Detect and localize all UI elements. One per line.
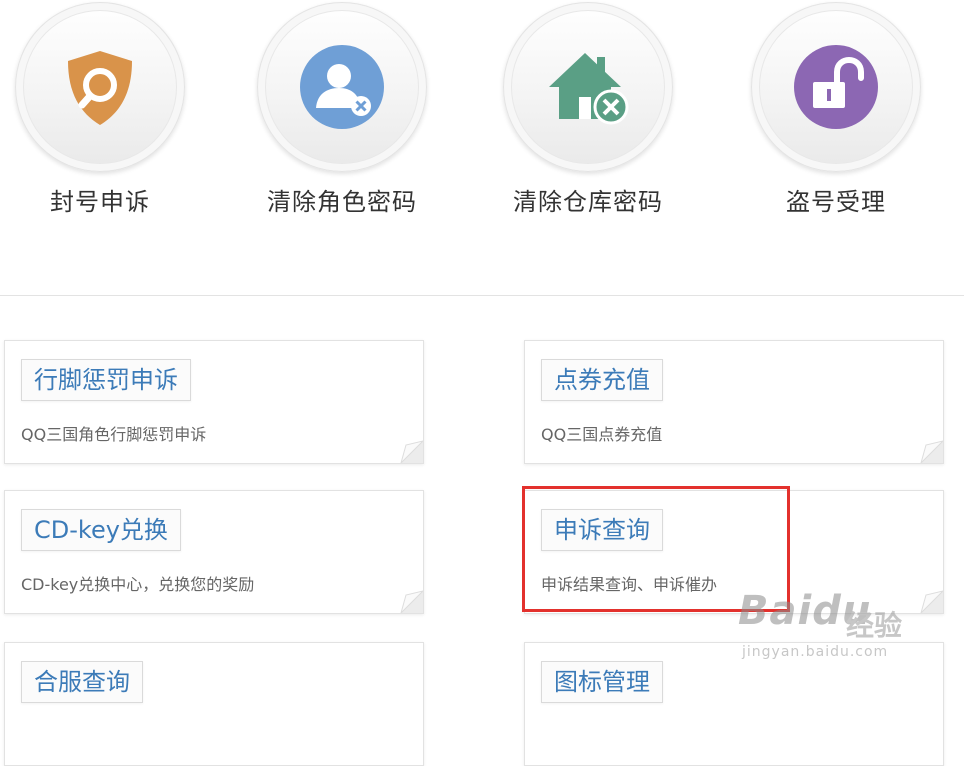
service-desc: QQ三国点券充值 <box>541 425 663 444</box>
icon-ring <box>15 2 185 172</box>
service-desc: QQ三国角色行脚惩罚申诉 <box>21 425 207 444</box>
icon-ring <box>257 2 427 172</box>
quick-action-label: 清除仓库密码 <box>513 188 663 216</box>
service-title[interactable]: 图标管理 <box>541 661 663 703</box>
quick-action-clear-storage-password[interactable]: 清除仓库密码 <box>488 0 688 230</box>
section-divider <box>0 295 964 296</box>
watermark-url: jingyan.baidu.com <box>742 644 889 660</box>
service-desc: CD-key兑换中心，兑换您的奖励 <box>21 575 255 594</box>
service-card-point-recharge[interactable]: 点券充值 QQ三国点券充值 <box>524 340 944 464</box>
service-card-cdkey-exchange[interactable]: CD-key兑换 CD-key兑换中心，兑换您的奖励 <box>4 490 424 614</box>
quick-action-account-theft[interactable]: 盗号受理 <box>736 0 936 230</box>
service-card-behavior-appeal[interactable]: 行脚惩罚申诉 QQ三国角色行脚惩罚申诉 <box>4 340 424 464</box>
watermark-cn: 经验 <box>846 609 903 642</box>
page-corner-fold-icon <box>400 590 423 613</box>
service-title[interactable]: 行脚惩罚申诉 <box>21 359 191 401</box>
service-card-server-merge-query[interactable]: 合服查询 <box>4 642 424 766</box>
baidu-jingyan-watermark: Baidu 经验 jingyan.baidu.com <box>738 588 964 678</box>
unlock-icon <box>794 45 878 129</box>
house-remove-icon <box>549 53 629 125</box>
icon-ring <box>751 2 921 172</box>
page-corner-fold-icon <box>400 440 423 463</box>
service-title[interactable]: CD-key兑换 <box>21 509 181 551</box>
icon-ring <box>503 2 673 172</box>
quick-action-label: 盗号受理 <box>786 188 886 216</box>
service-title[interactable]: 合服查询 <box>21 661 143 703</box>
quick-action-label: 清除角色密码 <box>267 188 417 216</box>
quick-action-ban-appeal[interactable]: 封号申诉 <box>0 0 200 230</box>
quick-action-label: 封号申诉 <box>50 188 150 216</box>
service-title[interactable]: 点券充值 <box>541 359 663 401</box>
quick-action-clear-role-password[interactable]: 清除角色密码 <box>242 0 442 230</box>
user-remove-icon <box>300 45 384 129</box>
shield-search-icon <box>68 51 132 125</box>
page-corner-fold-icon <box>920 440 943 463</box>
